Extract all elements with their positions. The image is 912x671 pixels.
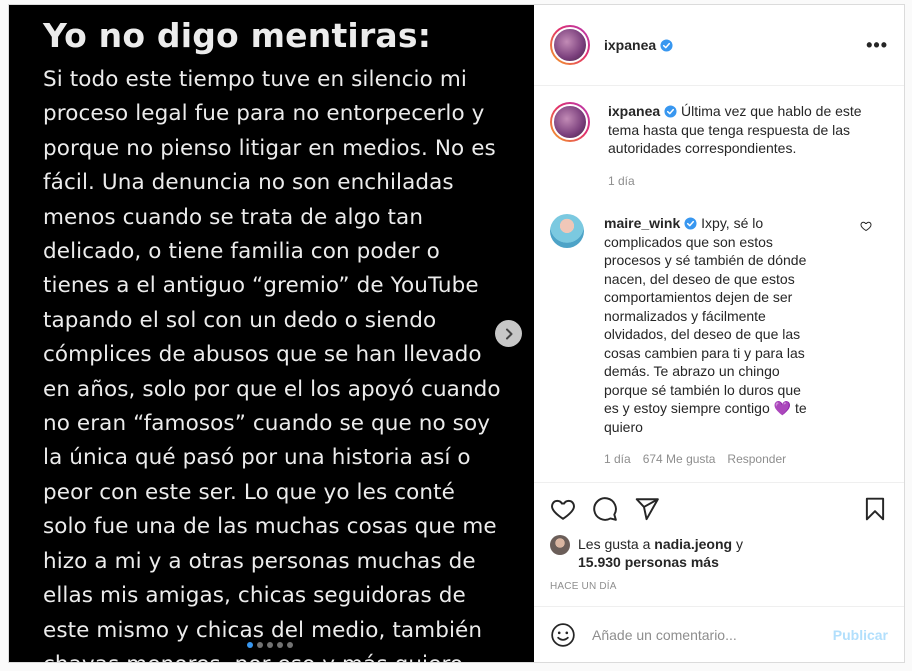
like-heart-icon[interactable] bbox=[550, 496, 576, 522]
caption-avatar[interactable] bbox=[550, 102, 590, 142]
verified-badge-icon bbox=[684, 217, 697, 230]
comment-time[interactable]: 1 día bbox=[604, 450, 631, 469]
carousel-dot bbox=[257, 642, 263, 648]
carousel-indicators bbox=[247, 642, 293, 648]
comment-username[interactable]: maire_wink bbox=[604, 215, 680, 231]
post-dialog: Yo no digo mentiras: Si todo este tiempo… bbox=[8, 4, 905, 663]
chevron-right-icon bbox=[505, 328, 512, 339]
emoji-smiley-icon[interactable] bbox=[550, 622, 576, 648]
media-title: Yo no digo mentiras: bbox=[43, 16, 432, 55]
carousel-dot bbox=[267, 642, 273, 648]
media-text: Yo no digo mentiras: Si todo este tiempo… bbox=[43, 11, 514, 662]
author-username[interactable]: ixpanea bbox=[604, 37, 673, 53]
reply-button[interactable]: Responder bbox=[727, 450, 786, 469]
carousel-dot bbox=[287, 642, 293, 648]
comments-list[interactable]: ixpanea Última vez que hablo de este tem… bbox=[534, 86, 904, 482]
share-paper-plane-icon[interactable] bbox=[634, 496, 660, 522]
comment-text: Ixpy, sé lo complicados que son estos pr… bbox=[604, 215, 807, 416]
caption-time[interactable]: 1 día bbox=[608, 172, 635, 191]
comment-bubble-icon[interactable] bbox=[592, 496, 618, 522]
media-body: Si todo este tiempo tuve en silencio mi … bbox=[43, 67, 501, 662]
post-timestamp[interactable]: HACE UN DÍA bbox=[550, 581, 888, 592]
liker-avatar[interactable] bbox=[550, 535, 570, 555]
carousel-dot bbox=[277, 642, 283, 648]
liker-username[interactable]: nadia.jeong bbox=[654, 536, 732, 552]
post-side-panel: ixpanea ••• ixpanea Última vez que hablo… bbox=[534, 5, 904, 662]
verified-badge-icon bbox=[660, 39, 673, 52]
comment-input[interactable] bbox=[592, 626, 833, 643]
purple-heart-emoji: 💜 bbox=[773, 400, 792, 416]
comment-item: maire_wink Ixpy, sé lo complicados que s… bbox=[550, 214, 888, 469]
publish-button[interactable]: Publicar bbox=[833, 627, 888, 643]
save-bookmark-icon[interactable] bbox=[862, 496, 888, 522]
add-comment-bar: Publicar bbox=[534, 606, 904, 662]
likes-joiner: y bbox=[735, 536, 743, 552]
likes-others[interactable]: 15.930 personas más bbox=[578, 554, 719, 570]
verified-badge-icon bbox=[664, 105, 677, 118]
caption: ixpanea Última vez que hablo de este tem… bbox=[550, 102, 888, 190]
post-media[interactable]: Yo no digo mentiras: Si todo este tiempo… bbox=[9, 5, 534, 662]
likes-prefix: Les gusta a bbox=[578, 536, 651, 552]
carousel-dot-active bbox=[247, 642, 253, 648]
caption-username[interactable]: ixpanea bbox=[608, 103, 660, 119]
likes-summary: Les gusta a nadia.jeong y 15.930 persona… bbox=[550, 535, 888, 571]
comment-like-heart-icon[interactable] bbox=[860, 220, 872, 232]
next-slide-button[interactable] bbox=[495, 320, 522, 347]
comment-likes[interactable]: 674 Me gusta bbox=[643, 450, 716, 469]
post-actions: Les gusta a nadia.jeong y 15.930 persona… bbox=[534, 482, 904, 606]
commenter-avatar[interactable] bbox=[550, 214, 584, 248]
post-header: ixpanea ••• bbox=[534, 5, 904, 86]
author-avatar[interactable] bbox=[550, 25, 590, 65]
more-options-icon[interactable]: ••• bbox=[866, 35, 888, 56]
